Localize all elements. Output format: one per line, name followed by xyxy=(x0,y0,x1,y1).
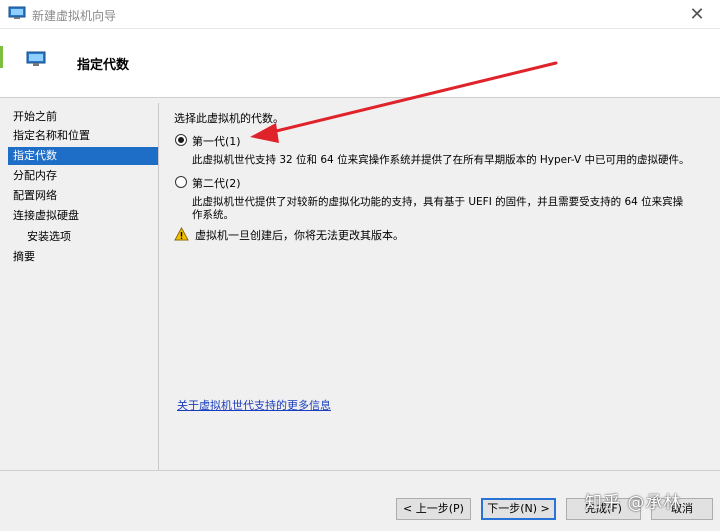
next-button[interactable]: 下一步(N) > xyxy=(481,498,556,520)
footer-divider xyxy=(0,470,720,471)
annotation-arrow xyxy=(250,61,558,143)
previous-button[interactable]: < 上一步(P) xyxy=(396,498,471,520)
watermark: 知乎 @承林 xyxy=(585,493,682,513)
